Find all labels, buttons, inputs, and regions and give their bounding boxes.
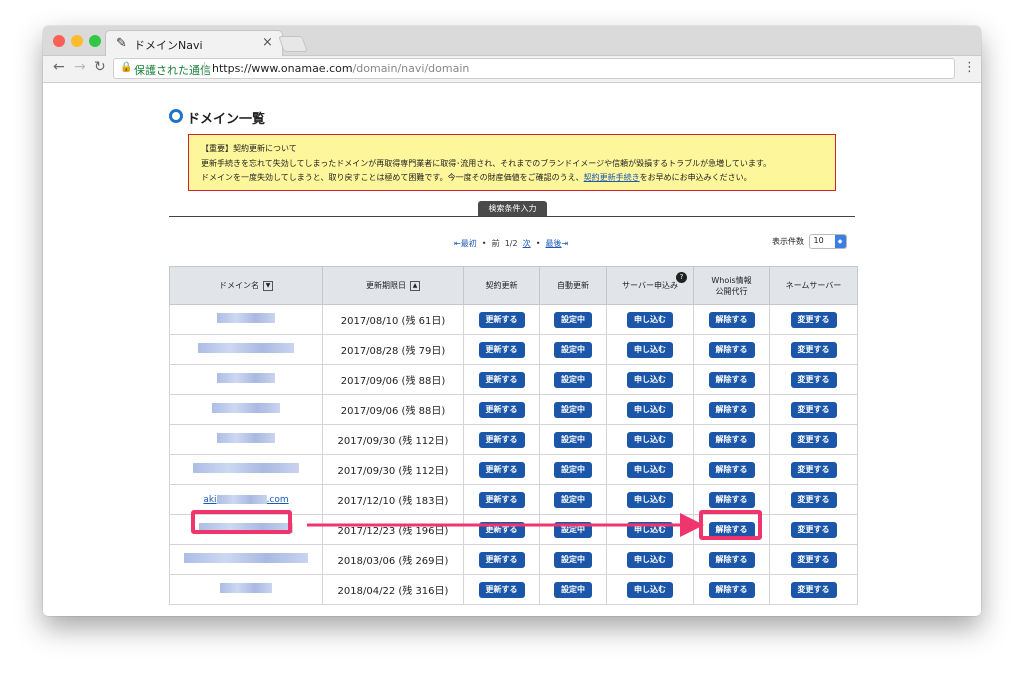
secure-label: 保護された通信: [134, 64, 211, 77]
page-content: ドメイン一覧 【重要】契約更新について 更新手続きを忘れて失効してしまったドメイ…: [43, 83, 981, 616]
close-window-button[interactable]: [53, 35, 65, 47]
annotation-arrow: [307, 513, 704, 537]
minimize-window-button[interactable]: [71, 35, 83, 47]
tab-title: ドメインNavi: [134, 39, 203, 52]
address-separator: [204, 62, 205, 75]
browser-tab[interactable]: ✎ ドメインNavi ×: [105, 30, 283, 57]
tab-bar: ✎ ドメインNavi ×: [43, 26, 981, 57]
back-arrow-icon[interactable]: ←: [53, 59, 65, 75]
reload-icon[interactable]: ↻: [94, 59, 106, 75]
forward-arrow-icon[interactable]: →: [74, 59, 86, 75]
url-path: /domain/navi/domain: [352, 62, 470, 75]
address-bar[interactable]: 🔒 保護された通信 https://www.onamae.com/domain/…: [113, 58, 955, 79]
menu-kebab-icon[interactable]: ⋮: [963, 60, 976, 75]
url-text: https://www.onamae.com/domain/navi/domai…: [212, 62, 469, 75]
tab-close-icon[interactable]: ×: [262, 35, 273, 50]
url-base: https://www.onamae.com: [212, 62, 353, 75]
lock-icon: 🔒: [120, 62, 133, 73]
maximize-window-button[interactable]: [89, 35, 101, 47]
bird-logo-icon: ✎: [116, 36, 127, 51]
browser-window: ✎ ドメインNavi × ← → ↻ 🔒 保護された通信 https://www…: [43, 26, 981, 616]
browser-toolbar: ← → ↻ 🔒 保護された通信 https://www.onamae.com/d…: [43, 56, 981, 83]
new-tab-button[interactable]: [278, 36, 308, 52]
